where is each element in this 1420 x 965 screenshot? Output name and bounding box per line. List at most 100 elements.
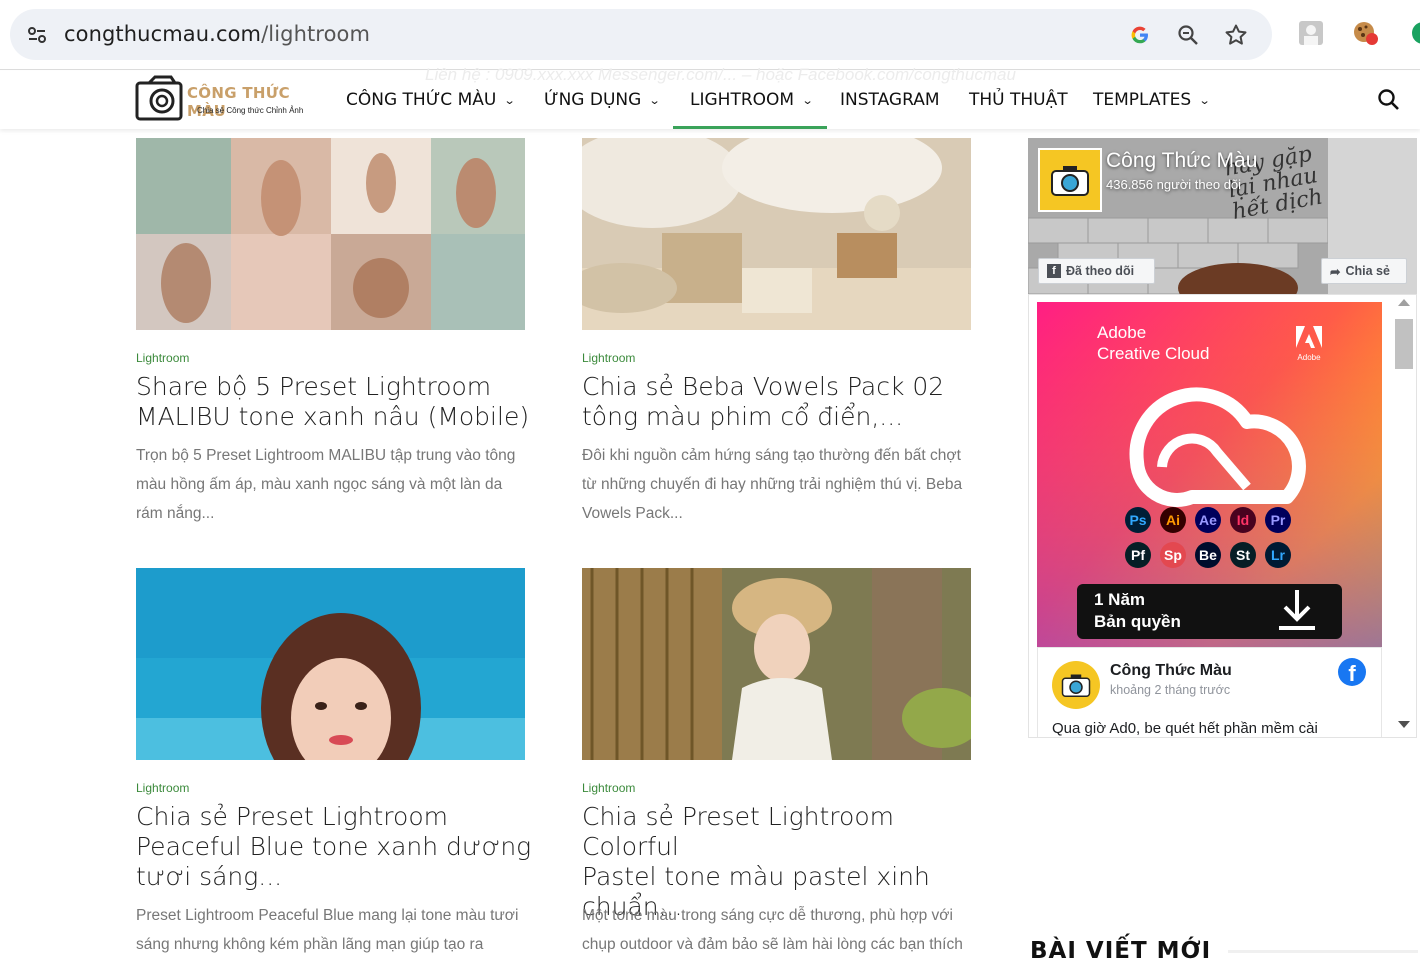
portfolio-icon: Pf	[1125, 542, 1151, 568]
feed-scrollbar[interactable]	[1391, 295, 1416, 737]
chevron-down-icon: ⌄	[1198, 93, 1211, 107]
ad-badge-line: 1 Năm	[1094, 590, 1146, 609]
adobe-ad-image[interactable]: Adobe Creative Cloud Adobe Ps Ai Ae Id P…	[1037, 302, 1382, 647]
article-category[interactable]: Lightroom	[582, 781, 635, 795]
lightroom-icon: Lr	[1265, 542, 1291, 568]
fb-follow-button[interactable]: f Đã theo dõi	[1038, 258, 1155, 284]
menu-label: THỦ THUẬT	[969, 90, 1068, 110]
scroll-up-arrow-icon[interactable]	[1398, 299, 1410, 306]
article-card: Lightroom Chia sẻ Preset Lightroom Peace…	[136, 568, 531, 953]
title-line: MALIBU tone xanh nâu (Mobile)	[136, 402, 530, 431]
ad-brand-name: Adobe Creative Cloud	[1097, 322, 1209, 364]
excerpt-line: sáng nhưng không kém phần lãng mạn giúp …	[136, 936, 484, 953]
article-excerpt: Preset Lightroom Peaceful Blue mang lại …	[136, 901, 528, 959]
scroll-down-arrow-icon[interactable]	[1398, 721, 1410, 728]
article-category[interactable]: Lightroom	[582, 351, 635, 365]
bookmark-star-icon[interactable]	[1221, 20, 1251, 50]
fb-follow-label: Đã theo dõi	[1066, 264, 1135, 278]
ad-brand-line: Adobe	[1097, 323, 1147, 342]
chevron-down-icon: ⌄	[648, 93, 661, 107]
chevron-down-icon: ⌄	[801, 93, 814, 107]
fb-share-label: Chia sẻ	[1345, 264, 1390, 278]
menu-instagram[interactable]: INSTAGRAM	[840, 71, 940, 129]
title-line: Chia sẻ Preset Lightroom	[136, 802, 448, 831]
article-card: Lightroom Chia sẻ Preset Lightroom Color…	[582, 568, 972, 953]
ad-brand-line: Creative Cloud	[1097, 344, 1210, 363]
browser-toolbar: congthucmau.com/lightroom	[0, 0, 1420, 70]
menu-label: LIGHTROOM	[690, 90, 795, 110]
excerpt-line: Một tone màu trong sáng cực dễ thương, p…	[582, 907, 953, 924]
download-icon	[1279, 590, 1315, 630]
green-extension-icon[interactable]	[1404, 18, 1420, 48]
indesign-icon: Id	[1230, 507, 1256, 533]
fb-share-button[interactable]: ➦ Chia sẻ	[1321, 258, 1407, 284]
facebook-page-widget[interactable]: hay gặp lại nhau hết dịch Công Thức Màu …	[1028, 138, 1417, 294]
menu-thu-thuat[interactable]: THỦ THUẬT	[969, 71, 1068, 129]
title-line: tông màu phim cổ điển,...	[582, 402, 904, 431]
fb-post-card[interactable]: Công Thức Màu khoảng 2 tháng trước f Qua…	[1037, 647, 1382, 737]
address-bar[interactable]: congthucmau.com/lightroom	[10, 9, 1272, 60]
fb-post-time[interactable]: khoảng 2 tháng trước	[1110, 683, 1230, 697]
menu-ung-dung[interactable]: ỨNG DỤNG ⌄	[544, 71, 661, 129]
menu-cong-thuc-mau[interactable]: CÔNG THỨC MÀU ⌄	[346, 71, 516, 129]
title-line: Peaceful Blue tone xanh dương	[136, 832, 532, 861]
article-excerpt: Trọn bộ 5 Preset Lightroom MALIBU tập tr…	[136, 441, 528, 528]
zoom-icon[interactable]	[1173, 20, 1203, 50]
facebook-icon: f	[1047, 264, 1061, 278]
title-line: Chia sẻ Beba Vowels Pack 02	[582, 372, 945, 401]
title-line: tươi sáng...	[136, 862, 283, 891]
fb-page-avatar[interactable]	[1038, 148, 1102, 212]
article-excerpt: Đôi khi nguồn cảm hứng sáng tạo thường đ…	[582, 441, 974, 528]
article-thumbnail[interactable]	[136, 568, 525, 760]
search-icon[interactable]	[1376, 87, 1402, 113]
article-title[interactable]: Share bộ 5 Preset Lightroom MALIBU tone …	[136, 372, 536, 432]
ad-license-badge: 1 Năm Bản quyền	[1077, 584, 1342, 639]
google-icon[interactable]	[1125, 20, 1155, 50]
excerpt-line: màu hồng ấm áp, màu xanh ngọc sáng và mộ…	[136, 476, 503, 493]
article-card: Lightroom Share bộ 5 Preset Lightroom MA…	[136, 138, 529, 522]
article-title[interactable]: Chia sẻ Beba Vowels Pack 02 tông màu phi…	[582, 372, 982, 432]
cookie-extension-icon[interactable]	[1350, 18, 1380, 48]
url-text[interactable]: congthucmau.com/lightroom	[64, 22, 370, 46]
article-thumbnail[interactable]	[136, 138, 525, 330]
menu-label: INSTAGRAM	[840, 90, 940, 110]
article-excerpt: Một tone màu trong sáng cực dễ thương, p…	[582, 901, 974, 959]
adobe-app-icons: Ps Ai Ae Id Pr Pf Sp Be St Lr	[1125, 507, 1300, 568]
premiere-icon: Pr	[1265, 507, 1291, 533]
excerpt-line: rám nắng...	[136, 505, 215, 522]
site-logo[interactable]: CÔNG THỨC MÀU Chia sẻ Công thức Chỉnh Ản…	[135, 75, 325, 125]
article-thumbnail[interactable]	[582, 138, 971, 330]
site-settings-icon[interactable]	[22, 20, 52, 50]
heading-divider	[1228, 950, 1418, 953]
article-category[interactable]: Lightroom	[136, 351, 189, 365]
url-host: congthucmau.com	[64, 22, 262, 46]
fb-feed-frame[interactable]: Adobe Creative Cloud Adobe Ps Ai Ae Id P…	[1028, 294, 1417, 738]
camera-icon	[1051, 166, 1089, 196]
sidebar-heading-recent-posts: BÀI VIẾT MỚI	[1030, 938, 1212, 964]
article-category[interactable]: Lightroom	[136, 781, 189, 795]
fb-page-name[interactable]: Công Thức Màu	[1106, 149, 1257, 173]
menu-label: ỨNG DỤNG	[544, 90, 642, 110]
excerpt-line: Preset Lightroom Peaceful Blue mang lại …	[136, 907, 519, 924]
after-effects-icon: Ae	[1195, 507, 1221, 533]
excerpt-line: từ những chuyến đi hay những trải nghiệm…	[582, 476, 963, 493]
camera-icon	[1061, 674, 1091, 697]
article-thumbnail[interactable]	[582, 568, 971, 760]
article-card: Lightroom Chia sẻ Beba Vowels Pack 02 tô…	[582, 138, 972, 522]
chevron-down-icon: ⌄	[503, 93, 516, 107]
url-path: /lightroom	[261, 22, 371, 46]
adobe-logo-icon: Adobe	[1294, 326, 1324, 362]
article-title[interactable]: Chia sẻ Preset Lightroom Peaceful Blue t…	[136, 802, 536, 892]
scrollbar-thumb[interactable]	[1395, 319, 1413, 369]
menu-templates[interactable]: TEMPLATES ⌄	[1093, 71, 1211, 129]
fb-follower-count: 436.856 người theo dõi	[1106, 177, 1242, 192]
menu-label: TEMPLATES	[1093, 90, 1192, 110]
excerpt-line: Vowels Pack...	[582, 505, 683, 522]
profile-extension-icon[interactable]	[1296, 18, 1326, 48]
camera-logo-icon	[135, 75, 183, 121]
excerpt-line: Đôi khi nguồn cảm hứng sáng tạo thường đ…	[582, 447, 961, 464]
fb-post-avatar[interactable]	[1052, 661, 1100, 709]
fb-post-author[interactable]: Công Thức Màu	[1110, 662, 1232, 680]
menu-lightroom[interactable]: LIGHTROOM ⌄	[672, 71, 828, 129]
excerpt-line: Trọn bộ 5 Preset Lightroom MALIBU tập tr…	[136, 447, 516, 464]
